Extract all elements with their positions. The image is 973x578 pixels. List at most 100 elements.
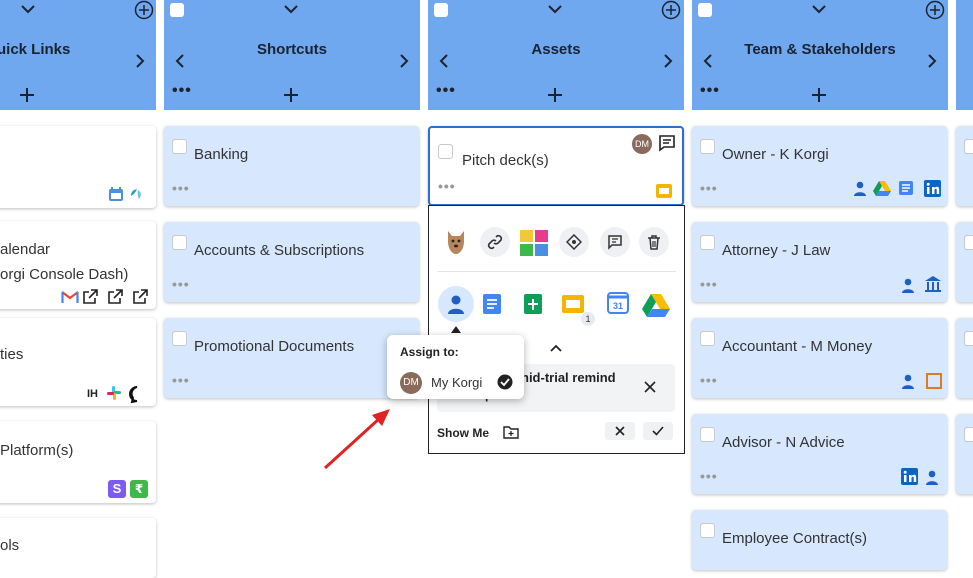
brand-icon[interactable]: ₹	[130, 480, 148, 498]
slides-icon[interactable]	[561, 294, 585, 314]
card[interactable]	[956, 126, 973, 206]
chevron-right-icon[interactable]	[399, 53, 409, 69]
docs-icon[interactable]	[898, 180, 914, 196]
more-options-icon[interactable]: •••	[700, 181, 718, 195]
more-options-icon[interactable]: •••	[700, 277, 718, 291]
person-icon[interactable]	[900, 277, 916, 293]
cancel-button[interactable]	[605, 422, 635, 440]
stripe-icon[interactable]: S	[108, 480, 126, 498]
card-checkbox[interactable]	[438, 144, 453, 159]
comment-icon[interactable]	[658, 134, 676, 152]
slides-icon[interactable]	[655, 182, 673, 200]
link-button[interactable]	[480, 227, 510, 257]
chevron-right-icon[interactable]	[927, 53, 937, 69]
external-link-icon[interactable]	[82, 289, 98, 305]
team-card[interactable]: Attorney - J Law •••	[692, 222, 947, 302]
add-circle-icon[interactable]	[134, 0, 154, 20]
more-options-icon[interactable]: •••	[700, 83, 720, 99]
card-checkbox[interactable]	[172, 139, 187, 154]
calendar-icon[interactable]	[108, 186, 124, 202]
column-checkbox[interactable]	[698, 3, 712, 17]
quick-link-card[interactable]: Platform(s) S ₹	[0, 421, 156, 503]
quick-link-card[interactable]: ols	[0, 518, 156, 578]
add-icon[interactable]	[810, 86, 828, 104]
shortcut-card[interactable]: Promotional Documents •••	[164, 318, 419, 398]
chevron-right-icon[interactable]	[663, 53, 673, 69]
card-checkbox[interactable]	[172, 331, 187, 346]
external-link-icon[interactable]	[107, 289, 123, 305]
chat-bubble-icon[interactable]	[128, 385, 146, 403]
linkedin-icon[interactable]	[901, 468, 918, 485]
chevron-down-icon[interactable]	[811, 2, 827, 16]
shortcut-card[interactable]: Banking •••	[164, 126, 419, 206]
team-card[interactable]: Accountant - M Money •••	[692, 318, 947, 398]
more-options-icon[interactable]: •••	[172, 83, 192, 99]
chevron-down-icon[interactable]	[283, 2, 299, 16]
team-card[interactable]: Advisor - N Advice •••	[692, 414, 947, 494]
chevron-down-icon[interactable]	[547, 2, 563, 16]
google-calendar-icon[interactable]: 31	[607, 292, 629, 314]
more-options-icon[interactable]: •••	[438, 179, 456, 193]
korgi-mascot-icon[interactable]	[444, 229, 468, 255]
quick-link-card[interactable]: ties IH	[0, 318, 156, 406]
card-checkbox[interactable]	[964, 235, 973, 250]
chevron-down-icon[interactable]	[20, 2, 36, 16]
quick-link-card[interactable]	[0, 126, 156, 208]
card[interactable]	[956, 414, 973, 494]
asset-card[interactable]: Pitch deck(s) DM •••	[428, 126, 684, 206]
show-me-label[interactable]: Show Me	[437, 426, 489, 440]
more-options-icon[interactable]: •••	[436, 83, 456, 99]
google-drive-icon[interactable]	[642, 293, 670, 317]
more-options-icon[interactable]: •••	[172, 181, 190, 195]
sheets-icon[interactable]	[523, 293, 543, 315]
chevron-left-icon[interactable]	[703, 53, 713, 69]
bank-icon[interactable]	[924, 275, 942, 293]
add-circle-icon[interactable]	[925, 0, 945, 20]
close-icon[interactable]	[644, 381, 656, 393]
column-checkbox[interactable]	[434, 3, 448, 17]
gmail-icon[interactable]	[61, 289, 79, 305]
card-checkbox[interactable]	[964, 139, 973, 154]
column-checkbox[interactable]	[170, 3, 184, 17]
team-card[interactable]: Employee Contract(s)	[692, 510, 947, 570]
comment-button[interactable]	[600, 227, 630, 257]
person-icon[interactable]	[924, 469, 940, 485]
slack-icon[interactable]	[106, 385, 122, 401]
more-options-icon[interactable]: •••	[700, 469, 718, 483]
card-checkbox[interactable]	[964, 427, 973, 442]
diamond-action-button[interactable]	[559, 227, 589, 257]
card-checkbox[interactable]	[700, 523, 715, 538]
square-icon[interactable]	[926, 373, 942, 389]
avatar[interactable]: DM	[632, 134, 652, 154]
card-checkbox[interactable]	[964, 331, 973, 346]
card-checkbox[interactable]	[700, 139, 715, 154]
card-checkbox[interactable]	[172, 235, 187, 250]
delete-button[interactable]	[639, 227, 669, 257]
collapse-chevron-icon[interactable]	[549, 343, 563, 353]
quick-link-card[interactable]: alendar orgi Console Dash)	[0, 221, 156, 309]
more-options-icon[interactable]: •••	[700, 373, 718, 387]
add-icon[interactable]	[546, 86, 564, 104]
user-avatar[interactable]: DM	[400, 372, 422, 394]
brand-icon[interactable]	[128, 186, 144, 202]
chevron-right-icon[interactable]	[135, 53, 145, 69]
card[interactable]	[956, 222, 973, 302]
ih-badge[interactable]: IH	[87, 388, 98, 400]
chevron-left-icon[interactable]	[175, 53, 185, 69]
docs-icon[interactable]	[482, 293, 502, 315]
add-icon[interactable]	[18, 86, 36, 104]
add-circle-icon[interactable]	[661, 0, 681, 20]
linkedin-icon[interactable]	[924, 180, 941, 197]
shortcut-card[interactable]: Accounts & Subscriptions •••	[164, 222, 419, 302]
folder-icon[interactable]	[503, 425, 519, 439]
person-icon[interactable]	[900, 373, 916, 389]
card[interactable]	[956, 318, 973, 398]
card-checkbox[interactable]	[700, 427, 715, 442]
person-icon[interactable]	[852, 180, 868, 196]
color-palette-icon[interactable]	[520, 230, 548, 256]
assign-person-button[interactable]	[438, 286, 474, 322]
card-checkbox[interactable]	[700, 331, 715, 346]
chevron-left-icon[interactable]	[439, 53, 449, 69]
add-icon[interactable]	[282, 86, 300, 104]
user-name[interactable]: My Korgi	[431, 375, 482, 390]
